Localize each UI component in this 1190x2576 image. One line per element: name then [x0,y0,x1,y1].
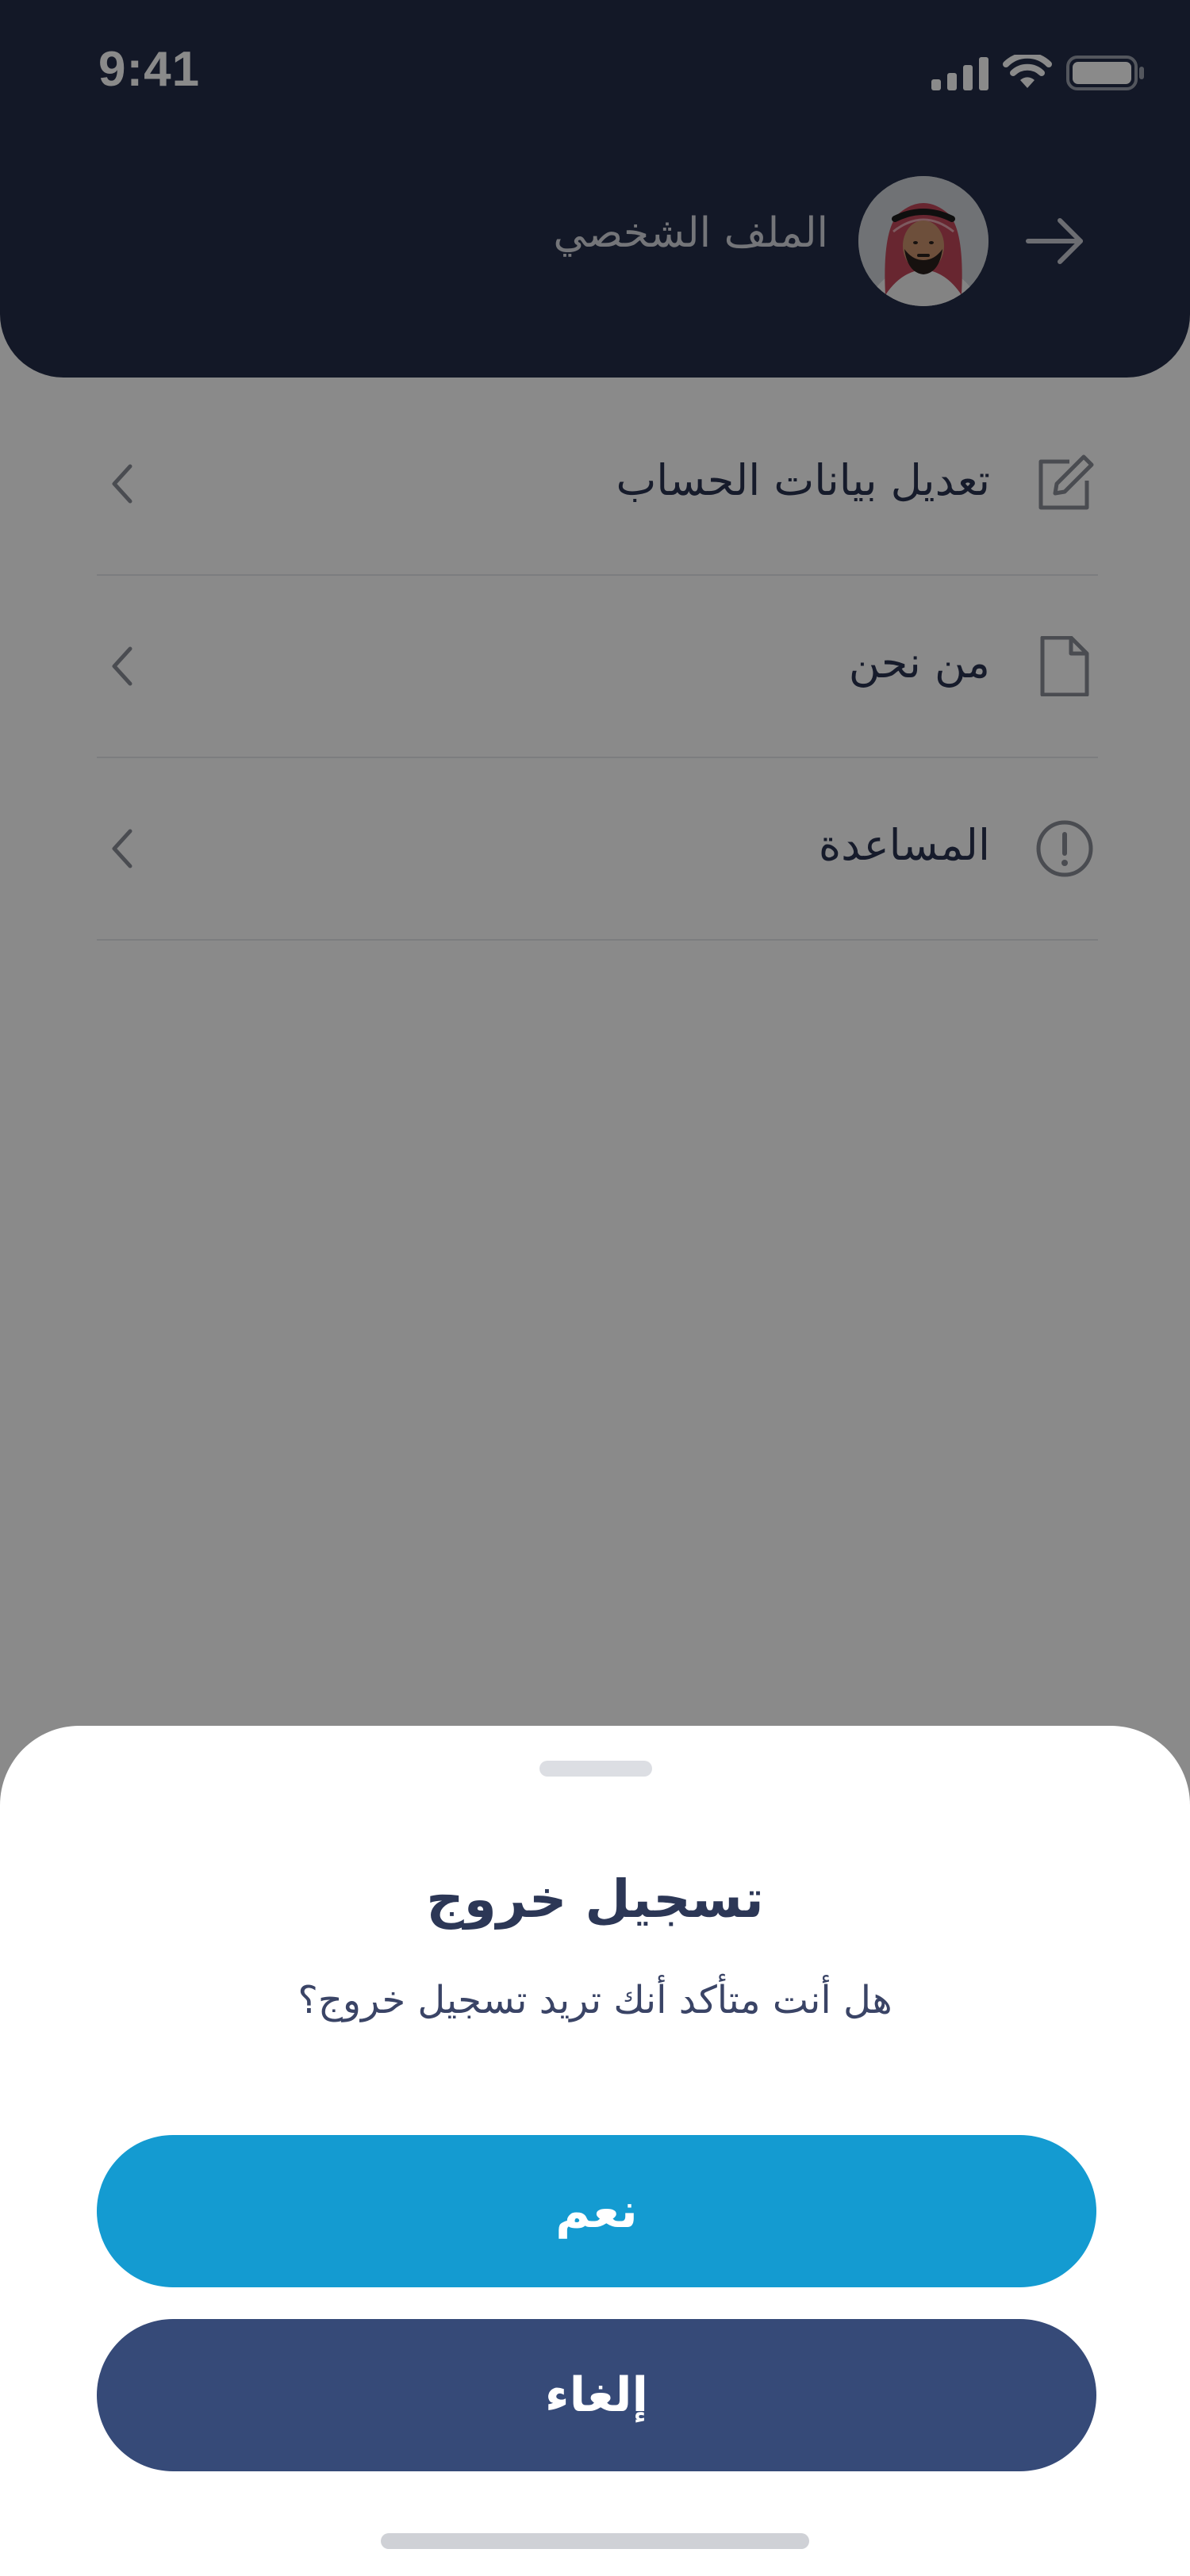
dialog-title: تسجيل خروج [426,1869,764,1930]
app-screen: 9:41 الملف الشخصي تعديل بيانات الحساب من… [0,0,1190,2576]
sheet-grabber[interactable] [539,1761,652,1777]
logout-bottom-sheet: تسجيل خروج هل أنت متأكد أنك تريد تسجيل خ… [0,1726,1190,2576]
cancel-button[interactable]: إلغاء [97,2319,1096,2471]
confirm-button[interactable]: نعم [97,2135,1096,2287]
dialog-message: هل أنت متأكد أنك تريد تسجيل خروج؟ [298,1978,892,2022]
home-indicator [381,2533,809,2549]
